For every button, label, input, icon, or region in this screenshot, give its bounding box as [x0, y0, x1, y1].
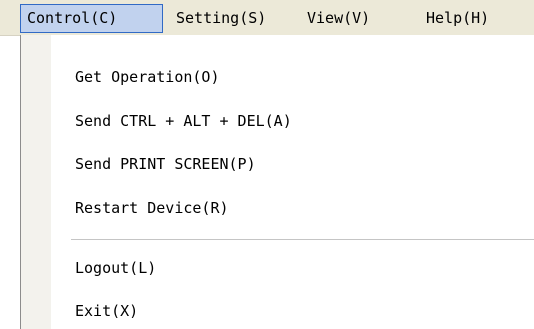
- menu-item-logout[interactable]: Logout(L): [51, 252, 534, 284]
- control-dropdown-menu: Get Operation(O) Send CTRL + ALT + DEL(A…: [20, 35, 534, 329]
- menu-control[interactable]: Control(C): [20, 4, 163, 33]
- menu-help[interactable]: Help(H): [420, 4, 495, 33]
- menu-view[interactable]: View(V): [301, 4, 376, 33]
- menu-setting[interactable]: Setting(S): [170, 4, 272, 33]
- menu-separator: [71, 239, 534, 241]
- menu-item-send-print-screen[interactable]: Send PRINT SCREEN(P): [51, 148, 534, 180]
- menu-bar: Control(C) Setting(S) View(V) Help(H): [0, 0, 534, 36]
- menu-item-send-ctrl-alt-del[interactable]: Send CTRL + ALT + DEL(A): [51, 105, 534, 137]
- menu-icon-gutter: [21, 35, 51, 329]
- menu-item-exit[interactable]: Exit(X): [51, 295, 534, 327]
- menu-item-restart-device[interactable]: Restart Device(R): [51, 192, 534, 224]
- menu-item-get-operation[interactable]: Get Operation(O): [51, 61, 534, 93]
